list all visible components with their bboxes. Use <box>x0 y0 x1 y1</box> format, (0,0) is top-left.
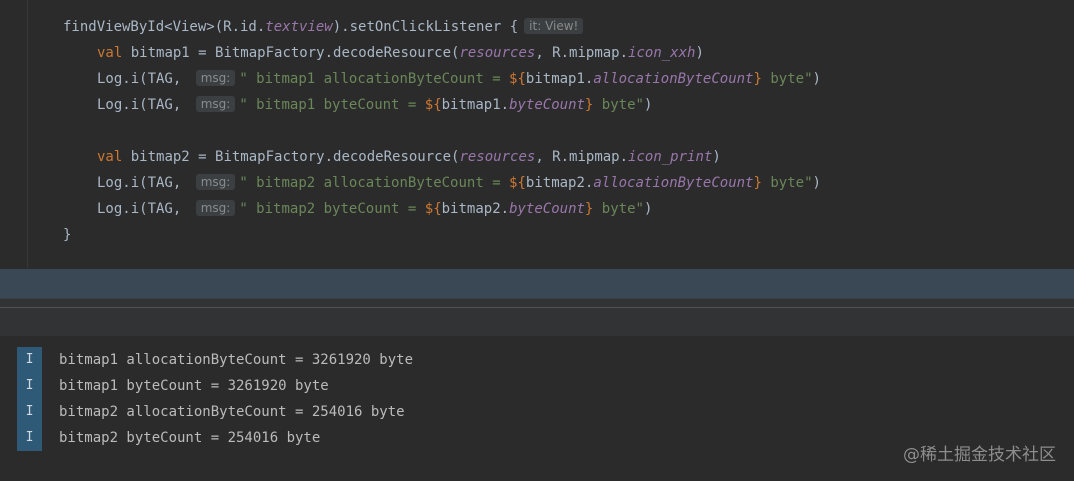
code-token: bitmap2 = BitmapFactory.decodeResource( <box>122 149 460 165</box>
code-editor[interactable]: findViewById<View>(R.id.textview).setOnC… <box>0 0 1074 268</box>
code-token: , R.mipmap. <box>535 149 629 165</box>
string-literal: byte" <box>761 175 813 191</box>
code-token: ).setOnClickListener { <box>332 19 519 35</box>
string-literal: byte" <box>593 97 644 113</box>
code-token: findViewById<View>(R.id. <box>63 19 266 35</box>
code-token-property: byteCount <box>509 201 585 217</box>
code-token: Log.i(TAG, <box>97 175 190 191</box>
keyword-val: val <box>97 45 123 61</box>
code-token-resources: resources <box>459 45 536 61</box>
code-token: ) <box>812 175 821 191</box>
code-token: ) <box>712 149 721 165</box>
log-level-badge: I <box>17 425 42 451</box>
panel-divider[interactable] <box>0 269 1074 298</box>
log-row[interactable]: I bitmap1 byteCount = 3261920 byte <box>0 373 1074 399</box>
inlay-type-hint: it: View! <box>524 18 584 34</box>
code-line-5[interactable]: val bitmap2 = BitmapFactory.decodeResour… <box>97 146 721 168</box>
code-token-resources: resources <box>459 149 536 165</box>
log-message: bitmap2 byteCount = 254016 byte <box>59 430 321 446</box>
code-line-4[interactable]: Log.i(TAG, msg: " bitmap1 byteCount = ${b… <box>97 94 652 116</box>
code-line-2[interactable]: val bitmap1 = BitmapFactory.decodeResour… <box>97 42 704 64</box>
code-token-icon-name: icon_xxh <box>628 45 696 61</box>
code-token: Log.i(TAG, <box>97 201 190 217</box>
inlay-param-hint: msg: <box>195 70 236 86</box>
template-open: ${ <box>509 175 526 191</box>
code-token-property: byteCount <box>509 97 585 113</box>
log-message: bitmap1 allocationByteCount = 3261920 by… <box>59 352 414 368</box>
inlay-param-hint: msg: <box>195 200 236 216</box>
template-open: ${ <box>509 71 526 87</box>
string-literal: " bitmap1 byteCount = <box>239 97 425 113</box>
code-line-3[interactable]: Log.i(TAG, msg: " bitmap1 allocationByteC… <box>97 68 821 90</box>
code-token: bitmap2. <box>441 201 510 217</box>
code-token-icon-name: icon_print <box>628 149 713 165</box>
template-open: ${ <box>424 97 442 113</box>
code-token: ) <box>643 97 653 113</box>
log-message: bitmap1 byteCount = 3261920 byte <box>59 378 329 394</box>
gutter-separator <box>27 0 28 268</box>
template-open: ${ <box>424 201 442 217</box>
string-literal: " bitmap1 allocationByteCount = <box>239 71 510 87</box>
code-token: bitmap2. <box>525 175 594 191</box>
template-close: } <box>753 175 762 191</box>
code-token: ) <box>643 201 653 217</box>
code-line-6[interactable]: Log.i(TAG, msg: " bitmap2 allocationByteC… <box>97 172 821 194</box>
log-row[interactable]: I bitmap1 allocationByteCount = 3261920 … <box>0 347 1074 373</box>
string-literal: " bitmap2 byteCount = <box>239 201 425 217</box>
code-token: bitmap1 = BitmapFactory.decodeResource( <box>122 45 460 61</box>
code-token-property: allocationByteCount <box>593 175 754 191</box>
logcat-toolbar <box>0 298 1074 337</box>
keyword-val: val <box>97 149 123 165</box>
log-message: bitmap2 allocationByteCount = 254016 byt… <box>59 404 405 420</box>
string-literal: " bitmap2 allocationByteCount = <box>239 175 510 191</box>
code-line-1[interactable]: findViewById<View>(R.id.textview).setOnC… <box>63 16 587 38</box>
log-level-badge: I <box>17 373 42 399</box>
log-level-badge: I <box>17 347 42 373</box>
code-token: bitmap1. <box>525 71 594 87</box>
toolbar-rule <box>0 307 1074 308</box>
string-literal: byte" <box>593 201 644 217</box>
closing-brace: } <box>63 227 72 243</box>
inlay-param-hint: msg: <box>195 174 236 190</box>
code-token: ) <box>695 45 704 61</box>
code-token-textview: textview <box>265 19 333 35</box>
inlay-param-hint: msg: <box>195 96 236 112</box>
code-token: bitmap1. <box>441 97 510 113</box>
code-line-8[interactable]: } <box>63 224 71 246</box>
string-literal: byte" <box>761 71 813 87</box>
code-token: , R.mipmap. <box>535 45 629 61</box>
code-line-7[interactable]: Log.i(TAG, msg: " bitmap2 byteCount = ${b… <box>97 198 652 220</box>
log-level-badge: I <box>17 399 42 425</box>
log-row[interactable]: I bitmap2 allocationByteCount = 254016 b… <box>0 399 1074 425</box>
template-close: } <box>753 71 762 87</box>
code-token-property: allocationByteCount <box>593 71 754 87</box>
code-token: Log.i(TAG, <box>97 97 190 113</box>
watermark-text: @稀土掘金技术社区 <box>903 445 1056 465</box>
code-token: ) <box>812 71 821 87</box>
code-token: Log.i(TAG, <box>97 71 190 87</box>
